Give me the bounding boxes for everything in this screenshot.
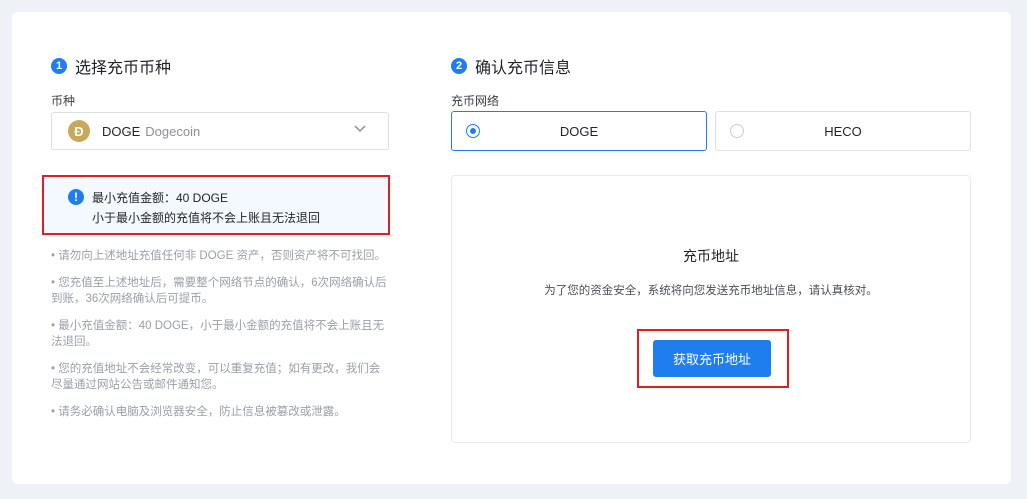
network-option-doge[interactable]: DOGE: [451, 111, 707, 151]
address-description: 为了您的资金安全，系统将向您发送充币地址信息，请认真核对。: [544, 285, 878, 297]
coin-field-label: 币种: [51, 94, 76, 108]
network-option-label: DOGE: [559, 123, 599, 139]
highlight-outline: 获取充币地址: [637, 329, 789, 388]
tip-item: • 最小充值金额：40 DOGE，小于最小金额的充值将不会上账且无法退回。: [51, 320, 385, 348]
radio-icon[interactable]: [730, 124, 744, 138]
tip-item: • 请勿向上述地址充值任何非 DOGE 资产，否则资产将不可找回。: [51, 250, 386, 262]
get-address-button[interactable]: 获取充币地址: [653, 340, 771, 377]
deposit-card: 1 选择充币币种 币种 Ð DOGE Dogecoin ! 最小充值金额：40 …: [12, 12, 1011, 484]
step-1-number-icon: 1: [51, 58, 67, 74]
step-2-number-icon: 2: [451, 58, 467, 74]
coin-symbol: DOGE: [102, 123, 141, 139]
notice-line-1: 最小充值金额：40 DOGE: [92, 191, 229, 205]
step-2-label: 确认充币信息: [475, 60, 572, 77]
coin-name: Dogecoin: [145, 123, 201, 139]
dogecoin-icon: Ð: [68, 120, 90, 142]
coin-select[interactable]: Ð DOGE Dogecoin: [51, 112, 389, 150]
chevron-down-icon[interactable]: [354, 125, 366, 133]
network-field-label: 充币网络: [451, 94, 500, 108]
deposit-address-panel: 充币地址 为了您的资金安全，系统将向您发送充币地址信息，请认真核对。 获取充币地…: [451, 175, 971, 443]
step-1-label: 选择充币币种: [75, 60, 172, 77]
network-option-heco[interactable]: HECO: [715, 111, 971, 151]
step-1-title: 1 选择充币币种: [51, 54, 171, 78]
tip-item: • 您充值至上述地址后，需要整个网络节点的确认，6次网络确认后到账，36次网络确…: [51, 277, 387, 305]
min-deposit-notice: ! 最小充值金额：40 DOGE 小于最小金额的充值将不会上账且无法退回: [42, 175, 390, 235]
step-2-title: 2 确认充币信息: [451, 54, 571, 78]
radio-icon[interactable]: [466, 124, 480, 138]
info-icon: !: [68, 189, 84, 205]
tip-item: • 您的充值地址不会经常改变，可以重复充值；如有更改，我们会尽量通过网站公告或邮…: [51, 363, 381, 391]
address-title: 充币地址: [683, 248, 739, 264]
tip-item: • 请务必确认电脑及浏览器安全，防止信息被篡改或泄露。: [51, 406, 346, 418]
network-option-label: HECO: [824, 123, 862, 139]
tips-list: • 请勿向上述地址充值任何非 DOGE 资产，否则资产将不可找回。 • 您充值至…: [51, 248, 391, 431]
notice-line-2: 小于最小金额的充值将不会上账且无法退回: [92, 211, 321, 225]
